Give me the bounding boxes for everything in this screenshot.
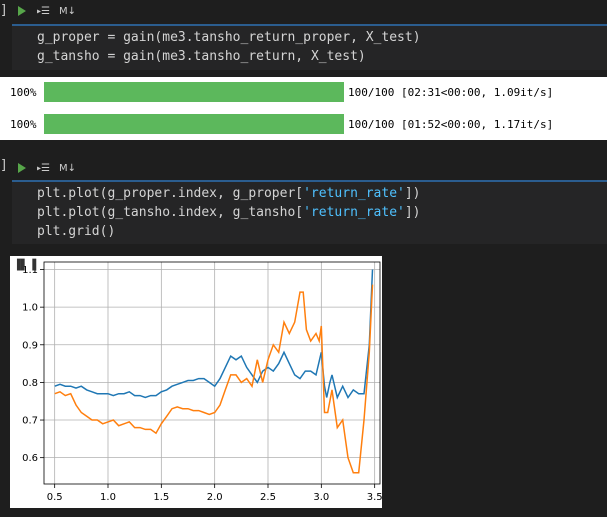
code-editor[interactable]: g_proper = gain(me3.tansho_return_proper… xyxy=(12,26,607,70)
execute-above-icon[interactable]: ▸☰ xyxy=(36,6,50,17)
code-line: plt.plot(g_proper.index, g_proper['retur… xyxy=(37,186,421,201)
progress-bar xyxy=(44,82,344,102)
x-tick-label: 3.5 xyxy=(367,492,382,503)
code-line: plt.grid() xyxy=(37,224,115,239)
markdown-toggle[interactable]: M↓ xyxy=(59,163,76,174)
code-token: plt.plot(g_proper.index, g_proper[ xyxy=(37,186,304,201)
y-tick-label: 0.9 xyxy=(22,340,38,351)
line-chart: 0.5 1.0 1.5 2.0 2.5 3.0 3.50.60.70.80.91.01.1 xyxy=(22,261,383,503)
cell-output: 100% 100/100 [02:31<00:00, 1.09it/s] 100… xyxy=(0,77,607,140)
x-tick-label: 0.5 xyxy=(47,492,63,503)
markdown-toggle[interactable]: M↓ xyxy=(59,6,76,17)
cell-bracket: ] xyxy=(0,158,8,173)
run-cell-icon[interactable] xyxy=(18,6,26,16)
code-line: g_tansho = gain(me3.tansho_return, X_tes… xyxy=(37,49,366,64)
x-tick-label: 1.0 xyxy=(100,492,116,503)
series-line-1 xyxy=(54,284,374,474)
progress-percent: 100% xyxy=(10,85,37,99)
progress-percent: 100% xyxy=(10,117,37,131)
code-line: g_proper = gain(me3.tansho_return_proper… xyxy=(37,30,421,45)
code-token: gain(me3.tansho_return_proper, X_test) xyxy=(115,30,421,45)
code-token: ]) xyxy=(404,186,421,201)
progress-stats: 100/100 [01:52<00:00, 1.17it/s] xyxy=(348,117,554,131)
code-token: gain(me3.tansho_return, X_test) xyxy=(115,49,366,64)
plot-output: ▐▌▐ 0.5 1.0 1.5 2.0 2.5 3.0 3.5 0.6 0.7 0.8 0.9 1.0… xyxy=(10,256,383,508)
x-tick-label: 2.0 xyxy=(207,492,223,503)
cell-bracket: ] xyxy=(0,3,8,18)
code-token: plt.grid() xyxy=(37,224,116,239)
y-tick-label: 1.0 xyxy=(22,303,38,314)
code-token: ]) xyxy=(404,205,421,220)
chart-icon[interactable]: ▐▌▐ xyxy=(13,260,36,271)
execute-above-icon[interactable]: ▸☰ xyxy=(36,163,50,174)
run-cell-icon[interactable] xyxy=(18,163,26,173)
y-tick-label: 0.6 xyxy=(22,453,38,464)
x-tick-label: 1.5 xyxy=(153,492,169,503)
code-token: g_proper xyxy=(37,30,108,45)
progress-bar xyxy=(44,114,344,134)
x-tick-label: 3.0 xyxy=(313,492,329,503)
code-string-token: 'return_rate' xyxy=(303,186,405,201)
code-token: plt.plot(g_tansho.index, g_tansho[ xyxy=(37,205,304,220)
x-tick-label: 2.5 xyxy=(260,492,276,503)
y-tick-label: 0.8 xyxy=(22,378,38,389)
progress-row: 100% 100/100 [01:52<00:00, 1.17it/s] xyxy=(10,114,553,134)
series-line-0 xyxy=(54,269,374,400)
code-line: plt.plot(g_tansho.index, g_tansho['retur… xyxy=(37,205,421,220)
cell-toolbar: ▸☰ M↓ xyxy=(12,157,76,179)
code-token: g_tansho xyxy=(37,49,108,64)
progress-row: 100% 100/100 [02:31<00:00, 1.09it/s] xyxy=(10,82,553,102)
code-editor[interactable]: plt.plot(g_proper.index, g_proper['retur… xyxy=(12,182,607,244)
cell-toolbar: ▸☰ M↓ xyxy=(12,0,76,22)
plot-frame xyxy=(43,261,381,485)
code-string-token: 'return_rate' xyxy=(303,205,405,220)
progress-stats: 100/100 [02:31<00:00, 1.09it/s] xyxy=(348,85,554,99)
y-tick-label: 0.7 xyxy=(22,416,38,427)
